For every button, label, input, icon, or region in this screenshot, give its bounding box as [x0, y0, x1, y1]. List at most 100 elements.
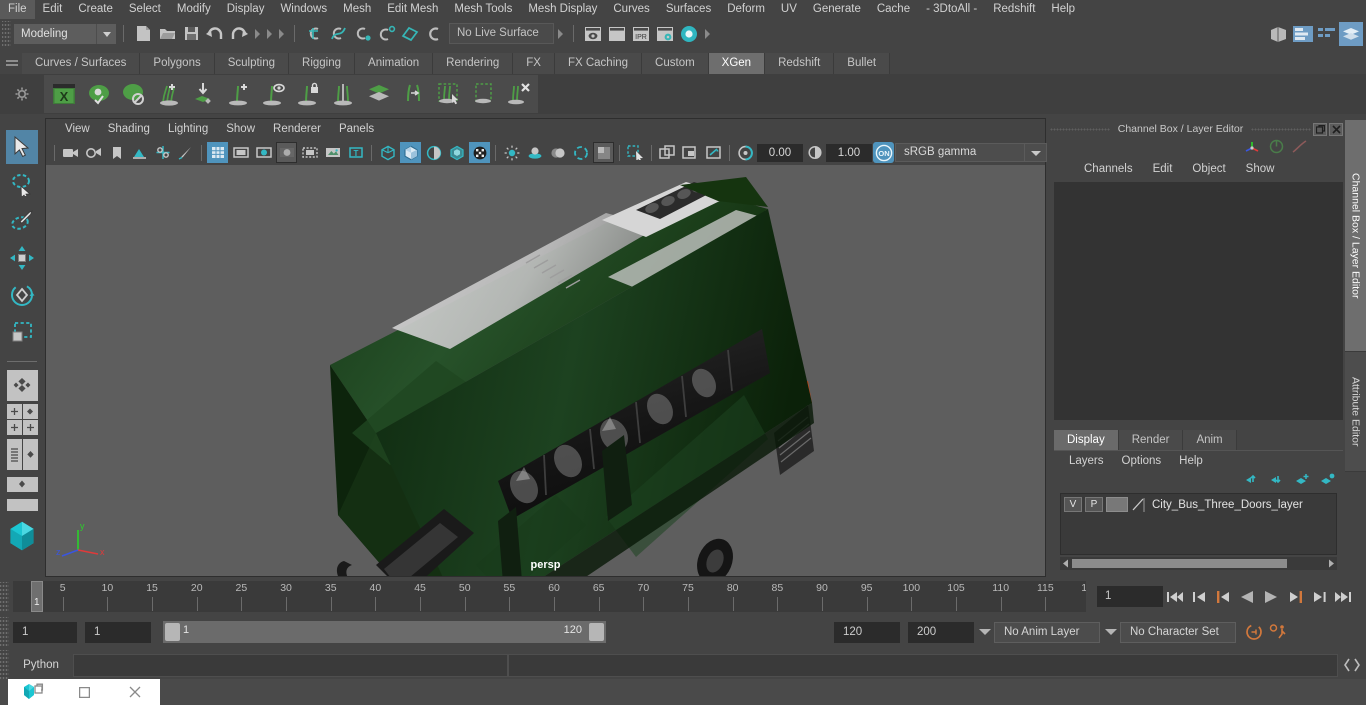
- close-icon[interactable]: [1329, 122, 1343, 136]
- time-cursor[interactable]: 1: [31, 581, 43, 612]
- ambient-occlusion-icon[interactable]: [524, 142, 545, 163]
- viewport-menu-shading[interactable]: Shading: [99, 119, 159, 140]
- layer-menu-help[interactable]: Help: [1170, 451, 1212, 471]
- two-d-pan-zoom-icon[interactable]: [152, 142, 173, 163]
- auto-key-icon[interactable]: [1242, 620, 1266, 644]
- layer-tab-anim[interactable]: Anim: [1183, 430, 1237, 450]
- go-to-end-icon[interactable]: [1331, 585, 1355, 609]
- open-scene-icon[interactable]: [155, 22, 179, 46]
- undock-icon[interactable]: [1313, 122, 1327, 136]
- viewport-menu-lighting[interactable]: Lighting: [159, 119, 217, 140]
- command-input[interactable]: [73, 653, 508, 677]
- exposure-value-field[interactable]: 0.00: [757, 143, 803, 162]
- collapse-arrow-1-icon[interactable]: [253, 24, 261, 44]
- redshift-render-icon[interactable]: [677, 22, 701, 46]
- current-frame-field[interactable]: 1: [1097, 586, 1163, 607]
- viewport-3d-canvas[interactable]: y x z persp: [46, 165, 1045, 576]
- play-backwards-icon[interactable]: [1235, 585, 1259, 609]
- menu-item-windows[interactable]: Windows: [272, 0, 335, 19]
- viewport-menu-view[interactable]: View: [56, 119, 99, 140]
- image-plane-icon[interactable]: [129, 142, 150, 163]
- grid-toggle-icon[interactable]: [207, 142, 228, 163]
- xgen-lock-guide-icon[interactable]: [292, 77, 325, 111]
- menu-item-display[interactable]: Display: [219, 0, 273, 19]
- character-set-chevron-icon[interactable]: [1100, 621, 1120, 643]
- anim-layer-select[interactable]: No Anim Layer: [994, 621, 1100, 643]
- channelbox-menu-show[interactable]: Show: [1236, 158, 1285, 180]
- layer-visibility-toggle[interactable]: V: [1064, 497, 1082, 512]
- scroll-left-icon[interactable]: [1060, 558, 1071, 569]
- move-layer-down-icon[interactable]: [1270, 473, 1285, 488]
- shadows-icon[interactable]: [501, 142, 522, 163]
- undo-icon[interactable]: [203, 22, 227, 46]
- scroll-right-icon[interactable]: [1326, 558, 1337, 569]
- camera-attributes-icon[interactable]: [83, 142, 104, 163]
- viewport-menu-panels[interactable]: Panels: [330, 119, 383, 140]
- step-back-keyframe-icon[interactable]: [1187, 585, 1211, 609]
- chevron-down-icon[interactable]: [1025, 143, 1047, 162]
- step-forward-frame-icon[interactable]: [1283, 585, 1307, 609]
- command-line-grip[interactable]: [0, 650, 9, 680]
- channel-box-content[interactable]: [1054, 182, 1343, 420]
- collapse-arrow-3-icon[interactable]: [277, 24, 285, 44]
- scrollbar-thumb[interactable]: [1072, 559, 1287, 568]
- textured-icon[interactable]: [446, 142, 467, 163]
- menu-item-uv[interactable]: UV: [773, 0, 805, 19]
- xgen-editor-icon[interactable]: X: [47, 77, 80, 111]
- gamma-value-field[interactable]: 1.00: [826, 143, 872, 162]
- step-forward-keyframe-icon[interactable]: [1307, 585, 1331, 609]
- menu-set-value[interactable]: Modeling: [14, 23, 96, 44]
- layout-hypershade-persp-button[interactable]: [6, 497, 38, 513]
- range-end-field[interactable]: 120: [834, 621, 900, 643]
- menu-item-surfaces[interactable]: Surfaces: [658, 0, 719, 19]
- use-all-lights-icon[interactable]: [469, 142, 490, 163]
- side-tab-channel-box[interactable]: Channel Box / Layer Editor: [1345, 120, 1366, 352]
- go-to-start-icon[interactable]: [1163, 585, 1187, 609]
- close-window-icon[interactable]: [109, 679, 160, 705]
- menu-item-curves[interactable]: Curves: [605, 0, 657, 19]
- layer-list-scrollbar[interactable]: [1060, 557, 1337, 570]
- ipr-render-icon[interactable]: IPR: [629, 22, 653, 46]
- show-hide-tool-settings-icon[interactable]: [1315, 22, 1339, 46]
- xgen-description-icon[interactable]: [117, 77, 150, 111]
- rotate-tool-button[interactable]: [6, 278, 38, 312]
- anim-end-field[interactable]: 200: [908, 621, 974, 643]
- channel-curve-icon[interactable]: [1292, 139, 1307, 157]
- shelf-tab-curves-surfaces[interactable]: Curves / Surfaces: [22, 53, 141, 74]
- xray-active-components-icon[interactable]: [703, 142, 724, 163]
- collapse-arrow-2-icon[interactable]: [265, 24, 273, 44]
- shelf-tab-sculpting[interactable]: Sculpting: [214, 53, 290, 74]
- xgen-place-icon[interactable]: [187, 77, 220, 111]
- xgen-layers-icon[interactable]: [362, 77, 395, 111]
- show-hide-modeling-toolkit-icon[interactable]: [1267, 22, 1291, 46]
- xray-icon[interactable]: [657, 142, 678, 163]
- time-slider-track[interactable]: 1 5 10 15 20 25 30 35 40 45 50 55 60 65 70 75 80 85 90 95 1…: [13, 581, 1086, 612]
- range-start-field[interactable]: 1: [85, 621, 151, 643]
- range-start-handle[interactable]: [165, 623, 180, 641]
- snap-to-view-plane-icon[interactable]: [398, 22, 422, 46]
- xgen-clear-region-icon[interactable]: [467, 77, 500, 111]
- film-origin-icon[interactable]: [299, 142, 320, 163]
- show-hide-attribute-editor-icon[interactable]: [1291, 22, 1315, 46]
- menu-item-file[interactable]: File: [0, 0, 35, 19]
- anim-layer-chevron-icon[interactable]: [974, 621, 994, 643]
- xray-text-icon[interactable]: T: [345, 142, 366, 163]
- layer-menu-options[interactable]: Options: [1113, 451, 1171, 471]
- viewport-menu-show[interactable]: Show: [217, 119, 264, 140]
- shelf-tab-rendering[interactable]: Rendering: [433, 53, 514, 74]
- bookmark-icon[interactable]: [106, 142, 127, 163]
- shelf-tab-xgen[interactable]: XGen: [708, 53, 766, 74]
- menu-item-deform[interactable]: Deform: [719, 0, 773, 19]
- menu-item-help[interactable]: Help: [1043, 0, 1083, 19]
- shelf-tab-rigging[interactable]: Rigging: [289, 53, 356, 74]
- multisample-icon[interactable]: [570, 142, 591, 163]
- menu-item-select[interactable]: Select: [121, 0, 169, 19]
- render-settings-icon[interactable]: [653, 22, 677, 46]
- color-management-toggle-icon[interactable]: ON: [873, 142, 894, 163]
- shelf-options-gear-icon[interactable]: [0, 74, 44, 114]
- shelf-tab-redshift[interactable]: Redshift: [765, 53, 835, 74]
- menu-item-redshift[interactable]: Redshift: [985, 0, 1043, 19]
- menu-item-3dtoall[interactable]: - 3DtoAll -: [918, 0, 985, 19]
- menu-item-mesh-display[interactable]: Mesh Display: [520, 0, 605, 19]
- xgen-delete-guide-icon[interactable]: [502, 77, 535, 111]
